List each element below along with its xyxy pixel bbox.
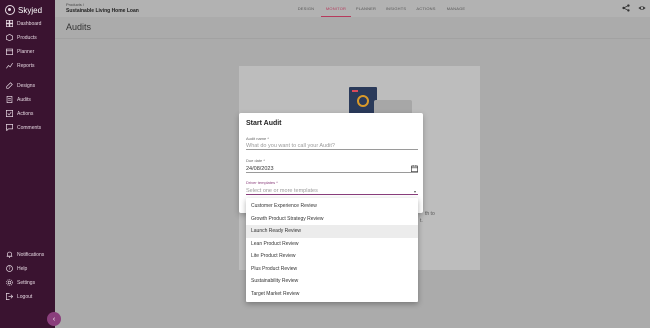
calendar-icon[interactable]: [411, 165, 418, 172]
audit-illustration-icon: [349, 87, 377, 115]
due-date-value: 24/08/2023: [246, 165, 274, 172]
sidebar-item-reports[interactable]: Reports: [6, 61, 35, 70]
gear-icon: [6, 279, 13, 286]
sidebar-item-label: Actions: [17, 110, 34, 117]
audits-icon: [6, 96, 13, 103]
divider: [55, 38, 650, 39]
comments-icon: [6, 124, 13, 131]
sidebar-item-planner[interactable]: Planner: [6, 47, 34, 56]
logout-icon: [6, 293, 13, 300]
dropdown-option[interactable]: Target Market Review: [246, 288, 418, 301]
sidebar: Skyjed Dashboard Products Planner Report…: [0, 0, 55, 328]
templates-select[interactable]: Select one or more templates ▾: [246, 187, 418, 195]
sidebar-item-label: Logout: [17, 293, 33, 300]
top-icons: [622, 4, 646, 12]
products-icon: [6, 34, 13, 41]
audit-name-label: Audit name *: [246, 136, 269, 141]
sidebar-item-label: Help: [17, 265, 28, 272]
bell-icon: [6, 251, 13, 258]
sidebar-item-audits[interactable]: Audits: [6, 95, 31, 104]
dropdown-option[interactable]: Lite Product Review: [246, 250, 418, 263]
tab-actions[interactable]: ACTIONS: [411, 0, 441, 17]
sidebar-collapse-button[interactable]: ‹: [47, 312, 61, 326]
dropdown-option[interactable]: Lean Product Review: [246, 238, 418, 251]
dropdown-option[interactable]: Customer Experience Review: [246, 200, 418, 213]
sidebar-item-label: Products: [17, 34, 37, 41]
brand[interactable]: Skyjed: [5, 4, 42, 16]
dropdown-option[interactable]: Sustainability Review: [246, 275, 418, 288]
skyjed-logo-icon: [5, 5, 15, 15]
sidebar-item-label: Designs: [17, 82, 36, 89]
dropdown-option[interactable]: Launch Ready Review: [246, 225, 418, 238]
planner-icon: [6, 48, 13, 55]
sidebar-item-label: Dashboard: [17, 20, 42, 27]
sidebar-item-actions[interactable]: Actions: [6, 109, 33, 118]
share-icon[interactable]: [622, 4, 630, 12]
tab-monitor[interactable]: MONITOR: [321, 0, 351, 17]
sidebar-item-notifications[interactable]: Notifications: [6, 250, 44, 259]
sidebar-item-settings[interactable]: Settings: [6, 278, 35, 287]
empty-state-text: th to: [425, 211, 435, 217]
sidebar-item-label: Notifications: [17, 251, 45, 258]
help-icon: ?: [6, 265, 13, 272]
actions-icon: [6, 110, 13, 117]
templates-dropdown: Customer Experience Review Growth Produc…: [246, 198, 418, 302]
sidebar-item-label: Planner: [17, 48, 35, 55]
eye-icon[interactable]: [638, 4, 646, 12]
sidebar-item-designs[interactable]: Designs: [6, 81, 35, 90]
sidebar-item-products[interactable]: Products: [6, 33, 37, 42]
top-bar: Products / Sustainable Living Home Loan …: [55, 0, 650, 17]
tab-manage[interactable]: MANAGE: [441, 0, 471, 17]
product-title: Sustainable Living Home Loan: [66, 8, 139, 14]
tab-design[interactable]: DESIGN: [291, 0, 321, 17]
designs-icon: [6, 82, 13, 89]
breadcrumb[interactable]: Products /: [66, 2, 84, 7]
dropdown-option[interactable]: Growth Product Strategy Review: [246, 213, 418, 226]
tab-planner[interactable]: PLANNER: [351, 0, 381, 17]
templates-placeholder: Select one or more templates: [246, 187, 318, 194]
tab-insights[interactable]: INSIGHTS: [381, 0, 411, 17]
sidebar-item-logout[interactable]: Logout: [6, 292, 32, 301]
sidebar-item-label: Settings: [17, 279, 36, 286]
empty-state-text: t.: [420, 218, 423, 224]
sidebar-item-dashboard[interactable]: Dashboard: [6, 19, 41, 28]
dialog-title: Start Audit: [246, 120, 282, 127]
audit-name-input[interactable]: What do you want to call your Audit?: [246, 142, 418, 150]
tab-bar: DESIGN MONITOR PLANNER INSIGHTS ACTIONS …: [291, 0, 471, 17]
page-title: Audits: [66, 22, 92, 32]
chevron-left-icon: ‹: [52, 315, 56, 323]
brand-name: Skyjed: [18, 5, 43, 15]
due-date-input[interactable]: 24/08/2023: [246, 165, 418, 173]
templates-label: Driver templates *: [246, 180, 278, 185]
sidebar-item-label: Audits: [17, 96, 31, 103]
dashboard-icon: [6, 20, 13, 27]
caret-down-icon: ▾: [413, 189, 416, 194]
svg-text:?: ?: [8, 266, 10, 271]
dropdown-option[interactable]: Plus Product Review: [246, 263, 418, 276]
sidebar-item-comments[interactable]: Comments: [6, 123, 41, 132]
sidebar-item-help[interactable]: ? Help: [6, 264, 27, 273]
reports-icon: [6, 62, 13, 69]
sidebar-item-label: Comments: [17, 124, 42, 131]
due-date-label: Due date *: [246, 158, 265, 163]
sidebar-item-label: Reports: [17, 62, 35, 69]
